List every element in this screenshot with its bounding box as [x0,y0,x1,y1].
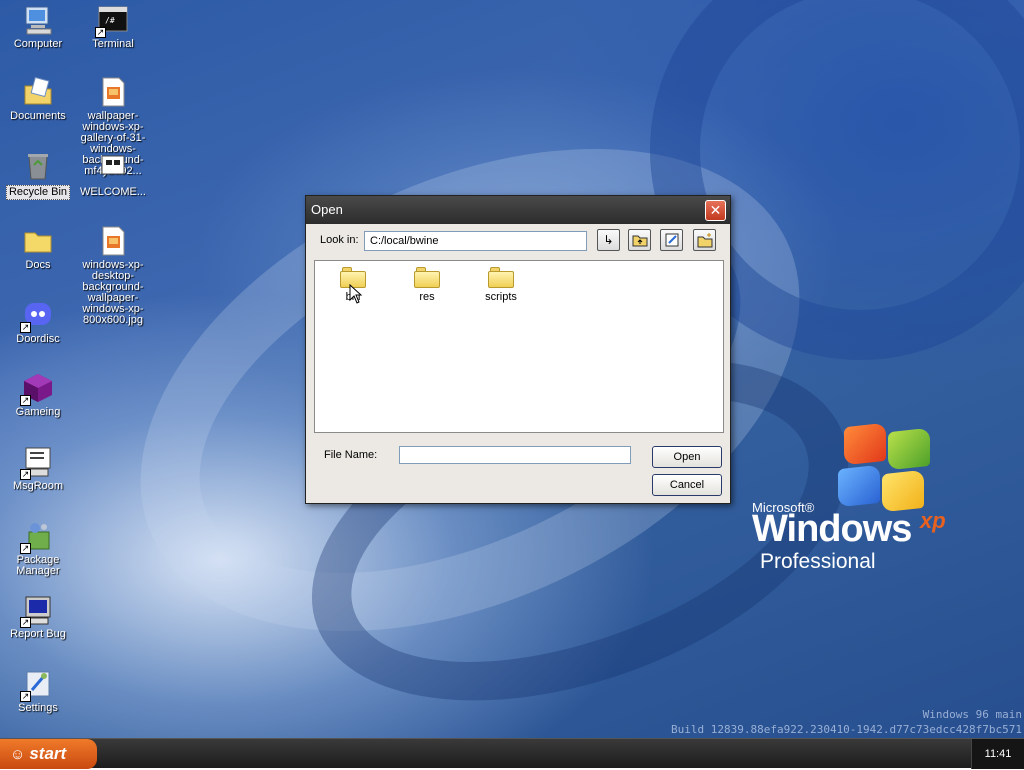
image-file-icon [97,76,129,108]
logo-windows-text: Windows [752,508,912,550]
documents-folder-icon [22,76,54,108]
shortcut-arrow-icon: ↗ [20,617,31,628]
desktop-icon-msgroom[interactable]: ↗ MsgRoom [2,446,74,492]
go-icon: ↳ [603,233,614,247]
windows-flag-logo [832,422,932,515]
folder-icon [488,267,514,288]
file-list[interactable]: bin res scripts [314,260,724,433]
package-manager-icon: ↗ [20,520,54,554]
desktop-icon-label: Docs [25,259,51,271]
dialog-title: Open [311,202,343,217]
open-file-dialog: Open ✕ Look in: C:/local/bwine ↳ bin res [305,195,731,504]
up-folder-button[interactable] [628,229,651,251]
taskbar: ☺ start 11:41 [0,738,1024,769]
start-button[interactable]: ☺ start [0,739,97,769]
file-name-field-label: File Name: [324,449,378,461]
edit-button[interactable] [660,229,683,251]
game-cube-icon: ↗ [20,372,54,406]
image-file-icon [97,225,129,257]
folder-icon [414,267,440,288]
desktop-icon-xp-background[interactable]: windows-xp-desktop-background-wallpaper-… [77,225,149,326]
desktop-icon-label: Package Manager [16,554,60,577]
build-info-line2: Build 12839.88efa922.230410-1942.d77c73e… [671,723,1022,736]
new-folder-button[interactable] [693,229,716,251]
desktop-icon-terminal[interactable]: /# ↗ Terminal [77,4,149,50]
dialog-titlebar[interactable]: Open ✕ [306,196,730,224]
mouse-cursor-icon [349,284,363,304]
file-item-folder[interactable]: res [397,267,457,303]
desktop-icon-welcome[interactable]: WELCOME... [77,155,149,198]
shortcut-arrow-icon: ↗ [20,691,31,702]
desktop-icon-label: Report Bug [10,628,66,640]
desktop: Computer /# ↗ Terminal Documents wallpap… [0,0,1024,738]
doordisc-icon: ↗ [20,299,54,333]
new-folder-icon [697,233,712,248]
logo-xp-text: xp [920,508,946,533]
recycle-bin-icon [22,150,54,182]
file-item-folder[interactable]: scripts [471,267,531,303]
desktop-icon-label: MsgRoom [12,480,64,492]
close-button[interactable]: ✕ [705,200,726,221]
shortcut-arrow-icon: ↗ [95,27,106,38]
file-name-label: scripts [485,291,517,303]
desktop-icon-doordisc[interactable]: ↗ Doordisc [2,299,74,345]
open-button[interactable]: Open [652,446,722,468]
desktop-icon-recycle-bin[interactable]: Recycle Bin [2,150,74,200]
desktop-icon-label: Settings [18,702,58,714]
desktop-icon-label: windows-xp-desktop-background-wallpaper-… [82,259,144,326]
desktop-icon-documents[interactable]: Documents [2,76,74,122]
shortcut-arrow-icon: ↗ [20,322,31,333]
shortcut-arrow-icon: ↗ [20,543,31,554]
desktop-icon-label: Terminal [92,38,134,50]
shortcut-arrow-icon: ↗ [20,469,31,480]
edit-icon [665,233,678,247]
desktop-icon-gameing[interactable]: ↗ Gameing [2,372,74,418]
start-smiley-icon: ☺ [10,746,26,763]
look-in-label: Look in: [320,234,359,246]
computer-icon [22,4,54,36]
build-info-line1: Windows 96 main [922,708,1022,721]
welcome-app-icon [101,155,125,175]
desktop-icon-label: Gameing [15,406,61,418]
terminal-icon: /# ↗ [95,4,129,38]
go-button[interactable]: ↳ [597,229,620,251]
desktop-icon-settings[interactable]: ↗ Settings [2,668,74,714]
desktop-icon-label: Doordisc [16,333,60,345]
folder-icon [22,225,54,257]
file-name-label: res [419,291,435,303]
desktop-icon-computer[interactable]: Computer [2,4,74,50]
close-icon: ✕ [709,202,722,218]
file-name-input[interactable] [399,446,631,464]
cancel-button[interactable]: Cancel [652,474,722,496]
start-label: start [29,744,67,763]
settings-icon: ↗ [20,668,54,702]
desktop-icon-docs[interactable]: Docs [2,225,74,271]
system-tray-clock[interactable]: 11:41 [971,739,1024,769]
shortcut-arrow-icon: ↗ [20,395,31,406]
desktop-icon-label: Documents [10,110,66,122]
report-bug-icon: ↗ [20,594,54,628]
desktop-icon-label: Computer [13,38,63,50]
svg-text:/#: /# [105,16,115,25]
desktop-icon-label: WELCOME... [79,186,146,198]
logo-edition-text: Professional [760,550,876,573]
desktop-icon-report-bug[interactable]: ↗ Report Bug [2,594,74,640]
msgroom-icon: ↗ [20,446,54,480]
look-in-path-field[interactable]: C:/local/bwine [364,231,587,251]
desktop-icon-package-manager[interactable]: ↗ Package Manager [2,520,74,577]
up-folder-icon [632,235,647,247]
desktop-icon-label: Recycle Bin [5,185,71,200]
